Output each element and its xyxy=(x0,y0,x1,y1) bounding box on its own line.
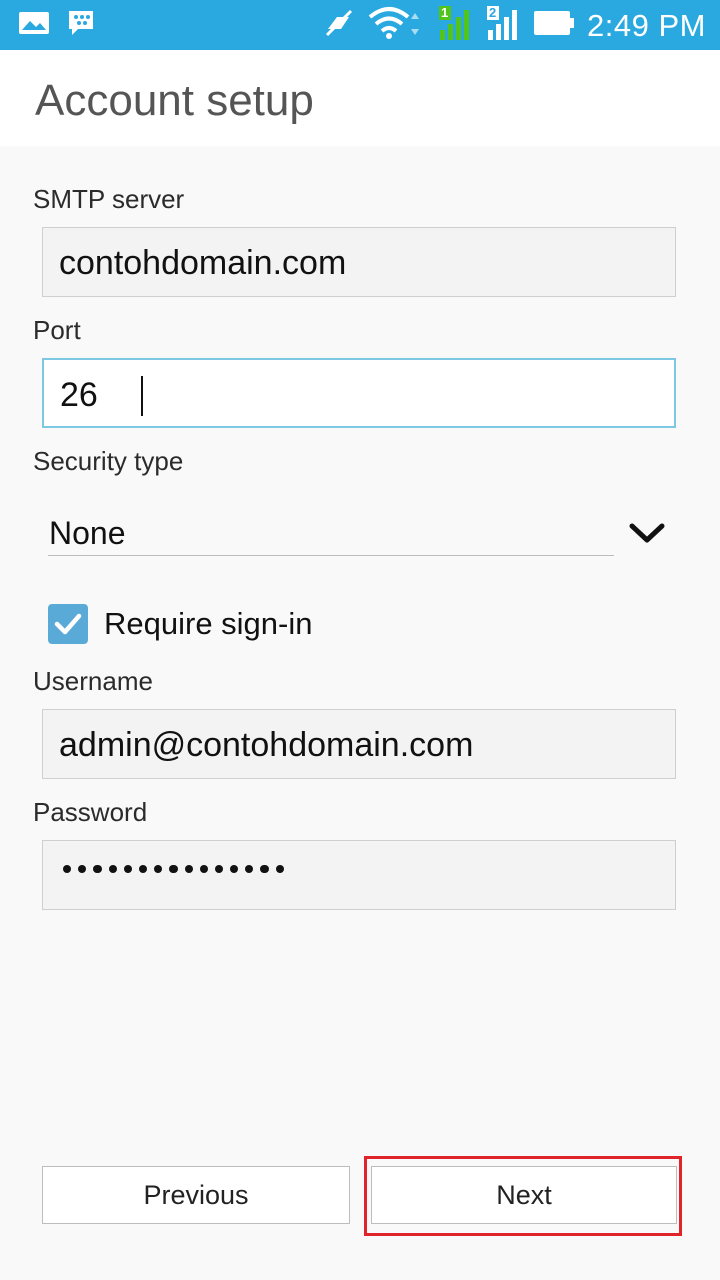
smtp-server-input[interactable]: contohdomain.com xyxy=(42,227,676,297)
password-dot xyxy=(93,865,102,874)
password-dot xyxy=(184,865,193,874)
require-signin-checkbox[interactable] xyxy=(48,604,88,644)
username-input[interactable]: admin@contohdomain.com xyxy=(42,709,676,779)
password-mask xyxy=(63,865,284,874)
port-label: Port xyxy=(33,315,81,345)
password-dot xyxy=(199,865,208,874)
password-dot xyxy=(275,865,284,874)
clock: 2:49 PM xyxy=(587,7,706,43)
password-input[interactable] xyxy=(42,840,676,910)
password-dot xyxy=(78,865,87,874)
signal-sim1-icon: 1 xyxy=(437,4,473,47)
sim2-label: 2 xyxy=(489,5,497,20)
smtp-server-value: contohdomain.com xyxy=(59,244,347,282)
require-signin-label[interactable]: Require sign-in xyxy=(104,606,313,642)
password-dot xyxy=(169,865,178,874)
password-dot xyxy=(260,865,269,874)
password-dot xyxy=(230,865,239,874)
previous-button[interactable]: Previous xyxy=(42,1166,350,1224)
password-dot xyxy=(123,865,132,874)
port-value: 26 xyxy=(60,376,98,414)
password-dot xyxy=(108,865,117,874)
security-type-value: None xyxy=(49,515,126,551)
gallery-icon xyxy=(18,11,50,40)
password-dot xyxy=(214,865,224,874)
username-label: Username xyxy=(33,666,153,696)
password-dot xyxy=(138,865,148,874)
security-type-label: Security type xyxy=(33,446,184,476)
port-input[interactable]: 26 xyxy=(42,358,676,428)
mute-icon xyxy=(323,7,355,44)
password-dot xyxy=(154,865,163,874)
wifi-icon xyxy=(367,5,425,46)
checkmark-icon xyxy=(54,613,82,635)
username-value: admin@contohdomain.com xyxy=(59,726,474,764)
next-button-highlight xyxy=(364,1156,682,1236)
page-title: Account setup xyxy=(35,76,314,125)
title-bar: Account setup xyxy=(0,50,720,146)
smtp-server-label: SMTP server xyxy=(33,184,185,214)
text-cursor xyxy=(141,376,143,416)
password-dot xyxy=(63,865,72,874)
chevron-down-icon[interactable] xyxy=(628,520,666,553)
status-bar: 1 2 2:49 PM xyxy=(0,0,720,50)
sim1-label: 1 xyxy=(441,5,449,20)
bbm-icon xyxy=(66,8,96,43)
security-type-dropdown[interactable]: None xyxy=(48,505,614,556)
password-dot xyxy=(245,865,254,874)
password-label: Password xyxy=(33,797,148,827)
battery-icon xyxy=(533,10,575,41)
signal-sim2-icon: 2 xyxy=(485,4,521,47)
